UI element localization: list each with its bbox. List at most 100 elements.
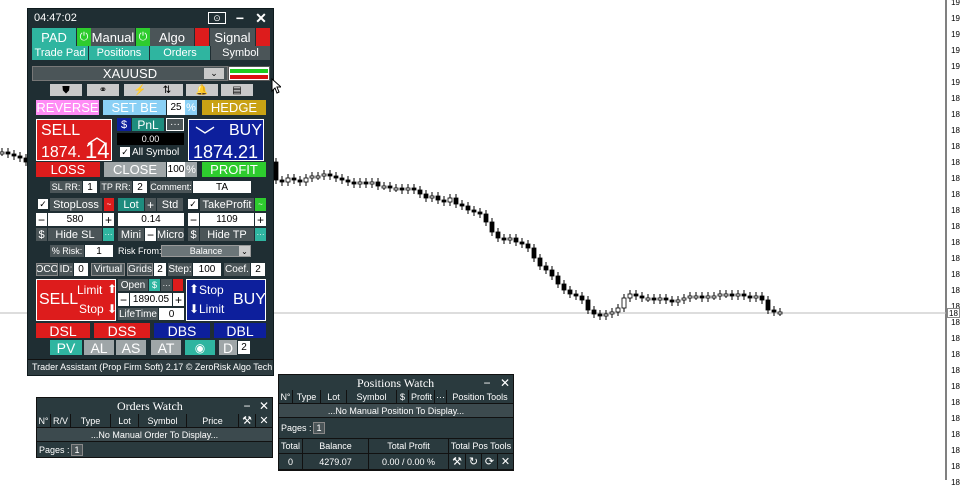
pv-button[interactable]: PV <box>50 340 82 355</box>
tp-more-button[interactable]: ··· <box>255 228 266 241</box>
subtab-positions[interactable]: Positions <box>89 46 149 60</box>
algo-power-icon[interactable]: ⏻ <box>136 28 150 46</box>
open-plus-button[interactable]: + <box>173 293 184 306</box>
subtab-orders[interactable]: Orders <box>150 46 210 60</box>
lot-button[interactable]: Lot <box>118 198 144 211</box>
coef-input[interactable]: 2 <box>251 263 265 276</box>
virtual-button[interactable]: Virtual <box>91 263 125 276</box>
bell-icon[interactable]: 🔔 <box>186 84 218 96</box>
shield-icon[interactable]: ⛊ <box>50 84 82 96</box>
sl-dollar-button[interactable]: $ <box>36 228 47 241</box>
chevron-down-icon[interactable]: ⌄ <box>204 68 224 79</box>
loss-button[interactable]: LOSS <box>36 162 100 177</box>
tp-minus-button[interactable]: − <box>188 213 199 226</box>
close-icon[interactable]: ✕ <box>499 376 511 390</box>
open-button[interactable]: Open <box>118 279 148 291</box>
tp-plus-button[interactable]: + <box>255 213 266 226</box>
tab-signal[interactable]: Signal <box>210 28 255 46</box>
std-button[interactable]: Std <box>157 198 183 211</box>
close-icon[interactable]: ✕ <box>498 454 514 470</box>
lot-minus-button[interactable]: − <box>145 228 156 241</box>
close-icon[interactable]: ✕ <box>254 11 268 25</box>
minimize-icon[interactable]: − <box>242 399 252 413</box>
mini-button[interactable]: Mini <box>118 228 144 241</box>
minimize-icon[interactable]: − <box>482 376 492 390</box>
dbl-button[interactable]: DBL <box>214 323 266 338</box>
close-icon[interactable]: ✕ <box>256 414 273 428</box>
hide-tp-button[interactable]: Hide TP <box>200 228 254 241</box>
grids-input[interactable]: 2 <box>154 263 166 276</box>
open-minus-button[interactable]: − <box>118 293 129 306</box>
risk-percent-input[interactable]: 1 <box>85 245 113 257</box>
takeprofit-checkbox[interactable]: ✓ <box>188 199 198 209</box>
oco-button[interactable]: OCO <box>36 263 58 276</box>
micro-button[interactable]: Micro <box>157 228 184 241</box>
d-button[interactable]: D <box>219 340 237 355</box>
handshake-icon[interactable]: ⚭ <box>87 84 119 96</box>
positions-page-1[interactable]: 1 <box>313 422 325 434</box>
positions-dollar-toggle[interactable]: $ <box>397 390 409 404</box>
as-button[interactable]: AS <box>116 340 146 355</box>
chevron-down-icon[interactable]: ⌄ <box>239 246 250 256</box>
lot-value-input[interactable]: 0.14 <box>118 213 184 226</box>
tab-manual[interactable]: Manual <box>91 28 135 46</box>
comment-input[interactable]: TA <box>193 181 251 193</box>
at-button[interactable]: AT <box>151 340 181 355</box>
tp-value-input[interactable]: 1109 <box>200 213 254 226</box>
positions-more-button[interactable]: ··· <box>435 390 447 404</box>
d-input[interactable]: 2 <box>238 341 250 354</box>
open-price-input[interactable]: 1890.05 <box>130 293 172 306</box>
sl-value-input[interactable]: 580 <box>48 213 102 226</box>
stoploss-checkbox[interactable]: ✓ <box>38 199 48 209</box>
sl-plus-button[interactable]: + <box>103 213 114 226</box>
takeprofit-toggle-icon[interactable]: ~ <box>255 198 266 211</box>
dsl-button[interactable]: DSL <box>36 323 90 338</box>
reverse-button[interactable]: REVERSE <box>36 100 99 115</box>
close-icon[interactable]: ✕ <box>258 399 270 413</box>
manual-power-icon[interactable]: ⏻ <box>77 28 91 46</box>
tp-rr-input[interactable]: 2 <box>133 181 147 193</box>
sl-more-button[interactable]: ··· <box>103 228 114 241</box>
pnl-more-button[interactable]: ··· <box>166 118 184 131</box>
step-input[interactable]: 100 <box>193 263 221 276</box>
dbs-button[interactable]: DBS <box>154 323 210 338</box>
hedge-button[interactable]: HEDGE <box>202 100 266 115</box>
lifetime-input[interactable]: 0 <box>159 308 184 320</box>
sell-pending-button[interactable]: SELL Limit ⬆ Stop ⬇ <box>36 279 117 321</box>
buy-pending-button[interactable]: ⬆ Stop ⬇ Limit BUY <box>186 279 266 321</box>
symbol-selector[interactable]: XAUUSD <box>32 66 228 81</box>
screenshot-icon[interactable]: ⊙ <box>208 12 226 24</box>
subtab-trade-pad[interactable]: Trade Pad <box>32 46 88 60</box>
document-icon[interactable]: ▤ <box>221 84 253 96</box>
dss-button[interactable]: DSS <box>94 323 150 338</box>
all-symbol-checkbox[interactable]: ✓ <box>120 147 130 157</box>
profit-button[interactable]: PROFIT <box>202 162 266 177</box>
minimize-icon[interactable]: − <box>233 11 247 25</box>
wrench-icon[interactable]: ⚒ <box>239 414 256 428</box>
close-button[interactable]: CLOSE <box>104 162 166 177</box>
pnl-button[interactable]: PnL <box>132 118 164 131</box>
sell-button[interactable]: SELL ︿ 1874. 14 <box>36 119 112 163</box>
lot-add-icon[interactable]: + <box>145 198 156 211</box>
open-toggle-indicator[interactable] <box>173 279 183 291</box>
id-input[interactable]: 0 <box>74 263 88 276</box>
orders-page-1[interactable]: 1 <box>71 444 83 456</box>
buy-button[interactable]: ﹀ BUY 1874.21 <box>188 119 264 162</box>
tp-dollar-button[interactable]: $ <box>188 228 199 241</box>
eye-icon[interactable]: ◉ <box>185 340 215 355</box>
al-button[interactable]: AL <box>84 340 114 355</box>
set-be-percent-input[interactable]: 25 <box>167 100 185 115</box>
sort-icon[interactable]: ⇅ <box>151 84 183 96</box>
tab-algo[interactable]: Algo <box>150 28 194 46</box>
open-more-button[interactable]: ··· <box>161 279 172 291</box>
hide-sl-button[interactable]: Hide SL <box>48 228 102 241</box>
close-percent-input[interactable]: 100 <box>167 162 185 177</box>
wrench-icon[interactable]: ⚒ <box>449 454 466 470</box>
grids-button[interactable]: Grids <box>127 263 153 276</box>
pnl-dollar-button[interactable]: $ <box>117 118 131 131</box>
stoploss-toggle-icon[interactable]: ~ <box>104 198 114 211</box>
refresh-icon[interactable]: ↻ <box>466 454 482 470</box>
sl-minus-button[interactable]: − <box>36 213 47 226</box>
subtab-symbol[interactable]: Symbol <box>211 46 270 60</box>
open-dollar-button[interactable]: $ <box>149 279 160 291</box>
